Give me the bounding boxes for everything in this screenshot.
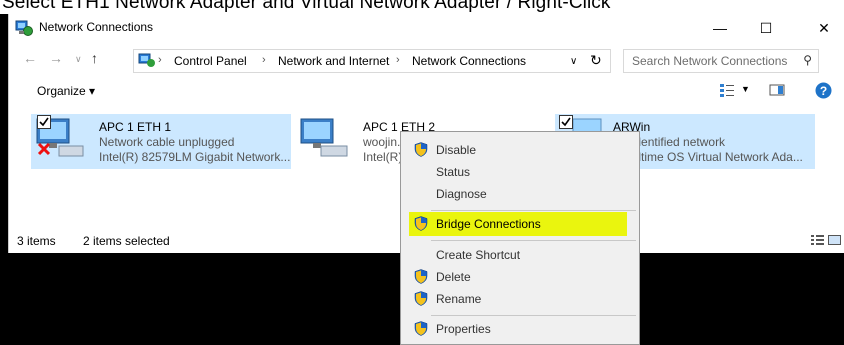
menu-item-bridge-connections[interactable]: Bridge Connections [401, 213, 639, 235]
uac-shield-icon [414, 142, 428, 157]
menu-separator [431, 240, 636, 241]
command-bar: Organize ▾ ▼ ? [9, 80, 844, 104]
menu-item-rename[interactable]: Rename [401, 288, 639, 310]
address-bar[interactable]: › Control Panel › Network and Internet ›… [133, 49, 611, 73]
preview-pane-icon[interactable] [769, 82, 785, 98]
connection-item-apc-1-eth-1[interactable]: APC 1 ETH 1 Network cable unplugged Inte… [31, 114, 291, 169]
menu-item-diagnose[interactable]: Diagnose [401, 183, 639, 205]
menu-label: Status [436, 165, 471, 179]
help-label: ? [820, 84, 827, 98]
title-bar[interactable]: Network Connections — ☐ ✕ [9, 14, 844, 42]
caption-label: Select ETH1 Network Adapter and Virtual … [2, 0, 611, 13]
menu-item-create-shortcut[interactable]: Create Shortcut [401, 244, 639, 266]
recent-locations-chevron-icon[interactable]: ∨ [75, 54, 82, 65]
menu-separator [431, 210, 636, 211]
close-button[interactable]: ✕ [804, 14, 844, 42]
menu-item-status[interactable]: Status [401, 161, 639, 183]
connection-device: Intel(R) 82579LM Gigabit Network... [99, 150, 291, 164]
caption-text: Select ETH1 Network Adapter and Virtual … [0, 0, 844, 14]
uac-shield-icon [414, 269, 428, 284]
menu-label: Delete [436, 270, 471, 284]
selection-checkbox-icon[interactable] [559, 115, 573, 129]
search-placeholder: Search Network Connections [632, 54, 788, 68]
item-count: 3 items [17, 234, 56, 248]
context-menu: Disable Status Diagnose Bridge Connectio… [400, 131, 640, 345]
network-connections-icon [15, 20, 33, 36]
search-box[interactable]: Search Network Connections ⚲ [623, 49, 819, 73]
connection-device: ealtime OS Virtual Network Ada... [625, 150, 803, 164]
large-icons-view-icon[interactable] [828, 234, 841, 246]
back-arrow-icon[interactable]: ← [23, 50, 37, 66]
breadcrumb-control-panel[interactable]: Control Panel [174, 54, 247, 68]
help-icon[interactable]: ? [815, 82, 832, 99]
menu-item-delete[interactable]: Delete [401, 266, 639, 288]
organize-button[interactable]: Organize ▾ [37, 84, 95, 98]
uac-shield-icon [414, 216, 428, 231]
breadcrumb-separator[interactable]: › [262, 54, 266, 66]
minimize-button[interactable]: — [700, 14, 740, 42]
maximize-button[interactable]: ☐ [746, 14, 786, 42]
refresh-icon[interactable]: ↻ [590, 52, 602, 69]
menu-label: Properties [436, 322, 491, 336]
control-panel-icon [138, 53, 155, 67]
connection-status: Network cable unplugged [99, 135, 235, 149]
menu-label: Rename [436, 292, 482, 306]
breadcrumb-network-and-internet[interactable]: Network and Internet [278, 54, 389, 68]
uac-shield-icon [414, 291, 428, 306]
details-view-icon[interactable] [811, 234, 824, 246]
view-options-chevron-icon[interactable]: ▼ [741, 84, 750, 94]
menu-label: Diagnose [436, 187, 487, 201]
menu-label: Create Shortcut [436, 248, 521, 262]
forward-arrow-icon[interactable]: → [49, 50, 63, 66]
selection-count: 2 items selected [83, 234, 170, 248]
breadcrumb-separator[interactable]: › [396, 54, 400, 66]
uac-shield-icon [414, 321, 428, 336]
menu-separator [431, 315, 636, 316]
up-arrow-icon[interactable]: ↑ [91, 50, 98, 66]
menu-label: Disable [436, 143, 477, 157]
network-adapter-icon [300, 118, 348, 157]
selection-checkbox-icon[interactable] [37, 115, 51, 129]
breadcrumb-separator: › [158, 54, 162, 66]
address-bar-row: ← → ∨ ↑ › Control Panel › Network and In… [9, 46, 844, 74]
change-view-icon[interactable] [719, 82, 735, 98]
menu-item-disable[interactable]: Disable [401, 139, 639, 161]
connection-status: nidentified network [625, 135, 726, 149]
menu-item-properties[interactable]: Properties [401, 318, 639, 340]
breadcrumb-network-connections[interactable]: Network Connections [412, 54, 526, 68]
menu-label: Bridge Connections [436, 217, 541, 231]
connection-name: APC 1 ETH 1 [99, 120, 172, 134]
address-dropdown-icon[interactable]: ∨ [570, 56, 577, 67]
window-title: Network Connections [39, 20, 154, 34]
search-icon[interactable]: ⚲ [803, 53, 812, 67]
